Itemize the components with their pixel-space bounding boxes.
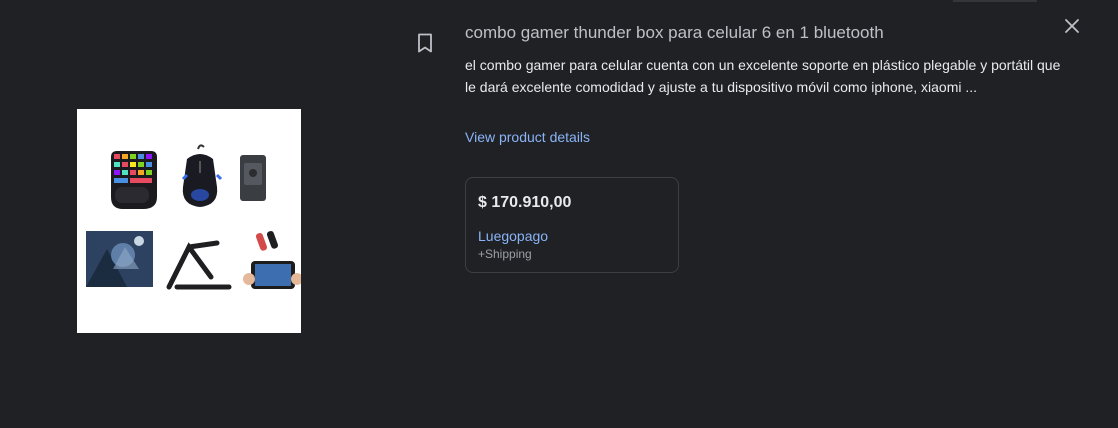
- mousepad-illustration: [86, 231, 153, 287]
- adapter-illustration: [240, 155, 266, 201]
- product-title: combo gamer thunder box para celular 6 e…: [465, 23, 884, 42]
- stand-illustration: [166, 240, 232, 290]
- phone-illustration: [243, 261, 301, 289]
- finger-sleeves-illustration: [255, 231, 278, 251]
- top-edge-strip: [953, 0, 1037, 2]
- view-product-details-link[interactable]: View product details: [465, 128, 590, 146]
- product-image-illustration: [86, 144, 301, 290]
- close-icon: [1064, 18, 1080, 39]
- product-image[interactable]: [77, 109, 301, 333]
- bookmark-icon: [417, 33, 433, 58]
- mouse-illustration: [181, 144, 223, 207]
- offer-price: $ 170.910,00: [478, 194, 572, 211]
- shipping-info: +Shipping: [478, 247, 532, 261]
- merchant-link[interactable]: Luegopago: [478, 227, 548, 245]
- product-description: el combo gamer para celular cuenta con u…: [465, 57, 1061, 95]
- save-button[interactable]: [413, 33, 437, 57]
- keyboard-illustration: [111, 151, 157, 209]
- product-panel: combo gamer thunder box para celular 6 e…: [0, 0, 1118, 428]
- offer-card[interactable]: $ 170.910,00 Luegopago +Shipping: [465, 177, 679, 273]
- close-button[interactable]: [1060, 16, 1084, 40]
